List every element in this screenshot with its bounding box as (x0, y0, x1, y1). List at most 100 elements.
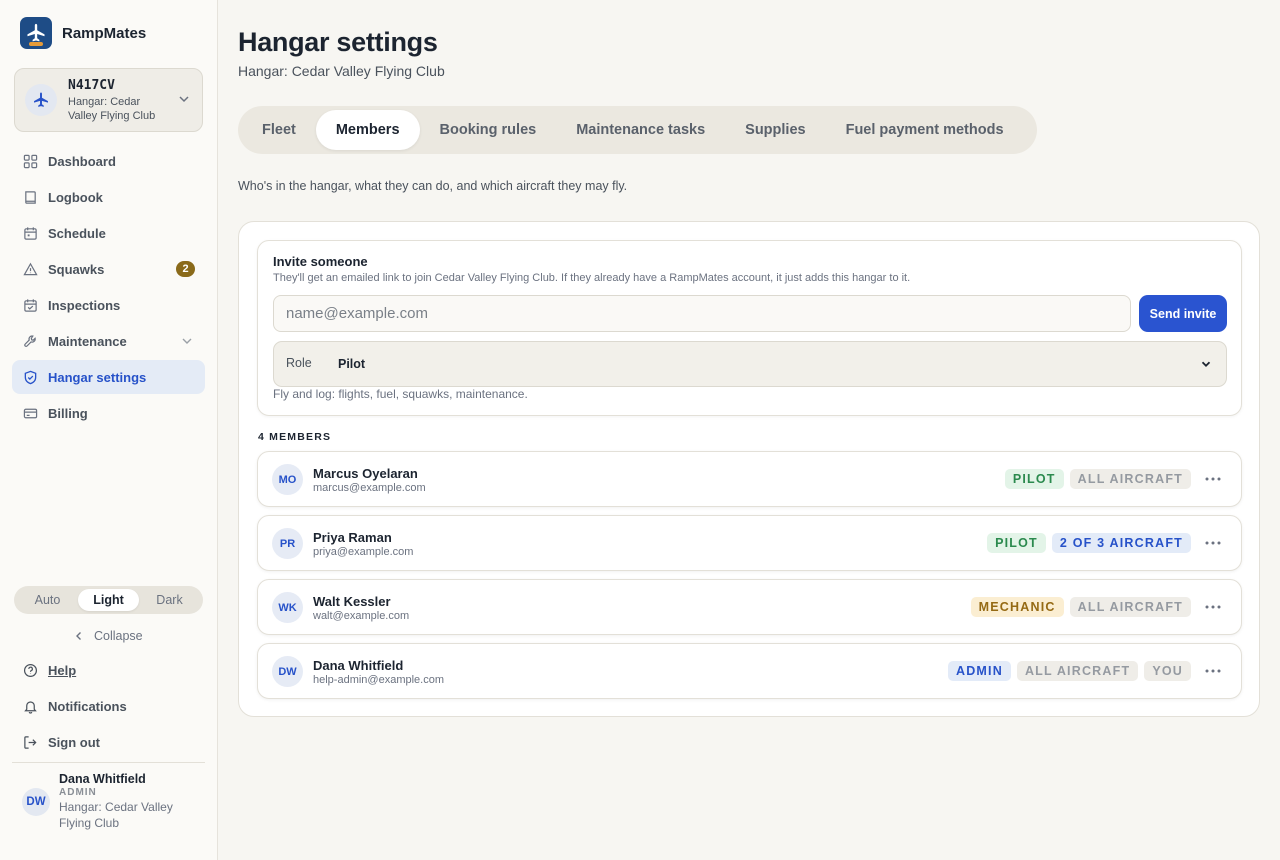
sidebar-nav: Dashboard Logbook Schedule Squawks 2 Ins… (12, 144, 205, 432)
aircraft-hangar: Hangar: Cedar Valley Flying Club (68, 95, 156, 122)
sidebar-item-billing[interactable]: Billing (12, 396, 205, 430)
avatar: WK (272, 592, 303, 623)
user-name: Dana Whitfield (59, 772, 146, 786)
sidebar-item-logbook[interactable]: Logbook (12, 180, 205, 214)
settings-tabs: Fleet Members Booking rules Maintenance … (238, 106, 1037, 154)
invite-description: They'll get an emailed link to join Ceda… (273, 272, 911, 284)
role-badge: MECHANIC (970, 597, 1064, 617)
role-badge: PILOT (987, 533, 1046, 553)
sidebar-item-label: Squawks (48, 261, 105, 277)
sidebar-item-dashboard[interactable]: Dashboard (12, 144, 205, 178)
member-name: Marcus Oyelaran (313, 466, 418, 481)
more-options-icon[interactable] (1203, 597, 1223, 617)
role-help-text: Fly and log: flights, fuel, squawks, mai… (273, 387, 528, 401)
member-name: Dana Whitfield (313, 658, 404, 673)
aircraft-access-badge: ALL AIRCRAFT (1016, 661, 1139, 681)
theme-option-light[interactable]: Light (78, 589, 139, 611)
invite-card: Invite someone They'll get an emailed li… (257, 240, 1242, 416)
members-count: 4 MEMBERS (258, 431, 332, 443)
tab-fuel-payment-methods[interactable]: Fuel payment methods (826, 110, 1024, 150)
sidebar-item-label: Dashboard (48, 153, 116, 169)
airplane-icon (25, 84, 57, 116)
role-value: Pilot (338, 357, 366, 371)
bell-icon (22, 698, 38, 714)
aircraft-access-badge: 2 OF 3 AIRCRAFT (1051, 533, 1191, 553)
chevron-left-icon (76, 632, 81, 640)
collapse-label: Collapse (94, 629, 143, 643)
sidebar-item-hangar-settings[interactable]: Hangar settings (12, 360, 205, 394)
page-subtitle: Hangar: Cedar Valley Flying Club (238, 63, 445, 79)
member-email: walt@example.com (313, 610, 410, 622)
collapse-sidebar-button[interactable]: Collapse (74, 629, 143, 643)
aircraft-tail-number: N417CV (68, 77, 115, 93)
squawks-count-badge: 2 (176, 261, 195, 277)
chevron-down-icon (182, 338, 192, 344)
role-badge: ADMIN (947, 661, 1011, 681)
avatar: DW (272, 656, 303, 687)
members-description: Who's in the hangar, what they can do, a… (238, 179, 628, 193)
sidebar-item-label: Inspections (48, 297, 121, 313)
member-row: PR Priya Raman priya@example.com PILOT 2… (257, 515, 1242, 571)
member-email: marcus@example.com (313, 482, 426, 494)
rampmates-logo (20, 17, 52, 49)
you-badge: YOU (1144, 661, 1191, 681)
tab-booking-rules[interactable]: Booking rules (420, 110, 557, 150)
sidebar-item-label: Schedule (48, 225, 106, 241)
member-row: WK Walt Kessler walt@example.com MECHANI… (257, 579, 1242, 635)
theme-option-dark[interactable]: Dark (139, 589, 200, 611)
help-link[interactable]: Help (12, 653, 205, 687)
more-options-icon[interactable] (1203, 469, 1223, 489)
role-badge: PILOT (1004, 469, 1064, 489)
notifications-link[interactable]: Notifications (12, 689, 205, 723)
sidebar-item-label: Billing (48, 405, 88, 421)
divider (12, 762, 205, 763)
sidebar-item-inspections[interactable]: Inspections (12, 288, 205, 322)
dashboard-icon (22, 153, 38, 169)
help-circle-icon (22, 662, 38, 678)
calendar-check-icon (22, 297, 38, 313)
brand[interactable]: RampMates (20, 17, 146, 49)
chevron-down-icon (179, 96, 189, 103)
sidebar-item-maintenance[interactable]: Maintenance (12, 324, 205, 358)
sidebar-item-label: Hangar settings (48, 369, 147, 385)
notifications-label: Notifications (48, 698, 127, 714)
chevron-down-icon (1201, 361, 1211, 367)
avatar: PR (272, 528, 303, 559)
member-row: DW Dana Whitfield help-admin@example.com… (257, 643, 1242, 699)
invite-email-input[interactable] (273, 295, 1131, 332)
sidebar-item-squawks[interactable]: Squawks 2 (12, 252, 205, 286)
current-user[interactable]: DW Dana Whitfield ADMIN Hangar: Cedar Va… (22, 772, 189, 831)
credit-card-icon (22, 405, 38, 421)
sidebar-item-label: Logbook (48, 189, 103, 205)
member-name: Walt Kessler (313, 594, 391, 609)
avatar: MO (272, 464, 303, 495)
tab-fleet[interactable]: Fleet (242, 110, 316, 150)
member-name: Priya Raman (313, 530, 392, 545)
app-name: RampMates (62, 24, 147, 42)
logbook-icon (22, 189, 38, 205)
aircraft-access-badge: ALL AIRCRAFT (1069, 469, 1191, 489)
airplane-logo-icon (27, 23, 45, 42)
wrench-icon (22, 333, 38, 349)
tab-maintenance-tasks[interactable]: Maintenance tasks (556, 110, 725, 150)
member-email: priya@example.com (313, 546, 414, 558)
sidebar-item-label: Maintenance (48, 333, 127, 349)
sidebar: RampMates N417CV Hangar: Cedar Valley Fl… (0, 0, 218, 860)
tab-members[interactable]: Members (315, 110, 420, 150)
sign-out-label: Sign out (48, 734, 100, 750)
role-select[interactable]: Role Pilot (273, 341, 1227, 387)
send-invite-button[interactable]: Send invite (1139, 295, 1227, 332)
tab-supplies[interactable]: Supplies (725, 110, 825, 150)
theme-option-auto[interactable]: Auto (17, 589, 78, 611)
sidebar-item-schedule[interactable]: Schedule (12, 216, 205, 250)
sign-out-icon (22, 734, 38, 750)
user-role: ADMIN (59, 787, 97, 798)
more-options-icon[interactable] (1203, 661, 1223, 681)
role-label: Role (286, 356, 312, 370)
calendar-icon (22, 225, 38, 241)
page-title: Hangar settings (238, 27, 438, 57)
theme-toggle: Auto Light Dark (14, 586, 203, 614)
more-options-icon[interactable] (1203, 533, 1223, 553)
sign-out-link[interactable]: Sign out (12, 725, 205, 759)
aircraft-switcher[interactable]: N417CV Hangar: Cedar Valley Flying Club (14, 68, 203, 132)
